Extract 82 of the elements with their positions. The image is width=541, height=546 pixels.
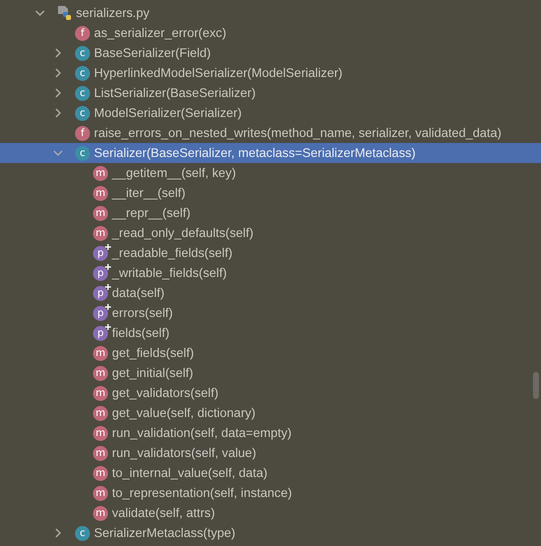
tree-item-label: __iter__(self) [111,186,186,200]
tree-row[interactable]: m _read_only_defaults(self) [0,223,541,243]
symbol-icon: p [93,326,108,340]
tree-row[interactable]: f as_serializer_error(exc) [0,23,541,43]
tree-row[interactable]: p _writable_fields(self) [0,263,541,283]
tree-item-label: to_representation(self, instance) [111,486,292,500]
tree-row[interactable]: p fields(self) [0,323,541,343]
symbol-icon: f [75,126,90,140]
symbol-icon: m [93,426,108,440]
symbol-icon: p [93,266,108,280]
tree-item-label: get_validators(self) [111,386,218,400]
tree-item-label: errors(self) [111,306,173,320]
tree-row[interactable]: c Serializer(BaseSerializer, metaclass=SerializerMetaclass) [0,143,541,163]
tree-row[interactable]: m run_validators(self, value) [0,443,541,463]
tree-item-label: SerializerMetaclass(type) [93,526,236,540]
tree-item-label: get_value(self, dictionary) [111,406,256,420]
symbol-icon: c [75,146,90,160]
scrollbar-thumb[interactable] [533,372,539,399]
tree-row[interactable]: m __getitem__(self, key) [0,163,541,183]
symbol-icon: m [93,186,108,200]
tree-item-label: ListSerializer(BaseSerializer) [93,86,256,100]
tree-row[interactable]: c ModelSerializer(Serializer) [0,103,541,123]
tree-row[interactable]: f raise_errors_on_nested_writes(method_name, serializer, validated_data) [0,123,541,143]
tree-row[interactable]: m __repr__(self) [0,203,541,223]
tree-item-label: __repr__(self) [111,206,190,220]
symbol-icon: m [93,226,108,240]
tree-item-label: run_validators(self, value) [111,446,256,460]
symbol-icon: c [75,106,90,120]
symbol-icon: p [93,246,108,260]
tree-row[interactable]: c ListSerializer(BaseSerializer) [0,83,541,103]
symbol-icon: m [93,366,108,380]
symbol-icon: f [75,26,90,40]
tree-item-label: _readable_fields(self) [111,246,232,260]
tree-row[interactable]: m get_value(self, dictionary) [0,403,541,423]
symbol-icon: m [93,446,108,460]
tree-row[interactable]: m to_internal_value(self, data) [0,463,541,483]
python-file-icon [57,5,73,21]
symbol-icon: c [75,526,90,540]
tree-item-label: data(self) [111,286,164,300]
tree-item-label: _read_only_defaults(self) [111,226,254,240]
symbol-icon: m [93,386,108,400]
tree-row[interactable]: c BaseSerializer(Field) [0,43,541,63]
tree-item-label: to_internal_value(self, data) [111,466,268,480]
tree-item-label: run_validation(self, data=empty) [111,426,292,440]
tree-row[interactable]: p _readable_fields(self) [0,243,541,263]
symbol-icon: m [93,166,108,180]
tree-item-label: get_initial(self) [111,366,194,380]
tree-row[interactable]: m get_validators(self) [0,383,541,403]
tree-row[interactable]: m get_initial(self) [0,363,541,383]
symbol-icon: m [93,346,108,360]
symbol-icon: c [75,46,90,60]
tree-item-label: validate(self, attrs) [111,506,215,520]
tree-item-label: raise_errors_on_nested_writes(method_name, serializer, validated_data) [93,126,502,140]
symbol-icon: m [93,486,108,500]
symbol-icon: p [93,306,108,320]
tree-item-label: Serializer(BaseSerializer, metaclass=SerializerMetaclass) [93,146,416,160]
tree-item-label: BaseSerializer(Field) [93,46,211,60]
tree-row[interactable]: p data(self) [0,283,541,303]
tree-row[interactable]: m to_representation(self, instance) [0,483,541,503]
tree-row[interactable]: m validate(self, attrs) [0,503,541,523]
tree-row[interactable]: m __iter__(self) [0,183,541,203]
symbol-icon: c [75,86,90,100]
tree-item-label: as_serializer_error(exc) [93,26,226,40]
tree-row[interactable]: p errors(self) [0,303,541,323]
symbol-icon: p [93,286,108,300]
symbol-icon: m [93,506,108,520]
tree-row[interactable]: c SerializerMetaclass(type) [0,523,541,543]
tree-row[interactable]: m run_validation(self, data=empty) [0,423,541,443]
tree-item-label: ModelSerializer(Serializer) [93,106,242,120]
tree-item-label: __getitem__(self, key) [111,166,236,180]
tree-item-label: fields(self) [111,326,170,340]
tree-item-label: get_fields(self) [111,346,194,360]
symbol-icon: c [75,66,90,80]
symbol-icon: m [93,466,108,480]
symbol-icon: m [93,406,108,420]
tree-item-label: serializers.py [75,6,150,20]
tree-row[interactable]: m get_fields(self) [0,343,541,363]
tree-row[interactable]: c HyperlinkedModelSerializer(ModelSerializer) [0,63,541,83]
tree-item-label: _writable_fields(self) [111,266,227,280]
symbol-icon: m [93,206,108,220]
tree-item-label: HyperlinkedModelSerializer(ModelSerializer) [93,66,342,80]
tree-row[interactable]: serializers.py [0,3,541,23]
